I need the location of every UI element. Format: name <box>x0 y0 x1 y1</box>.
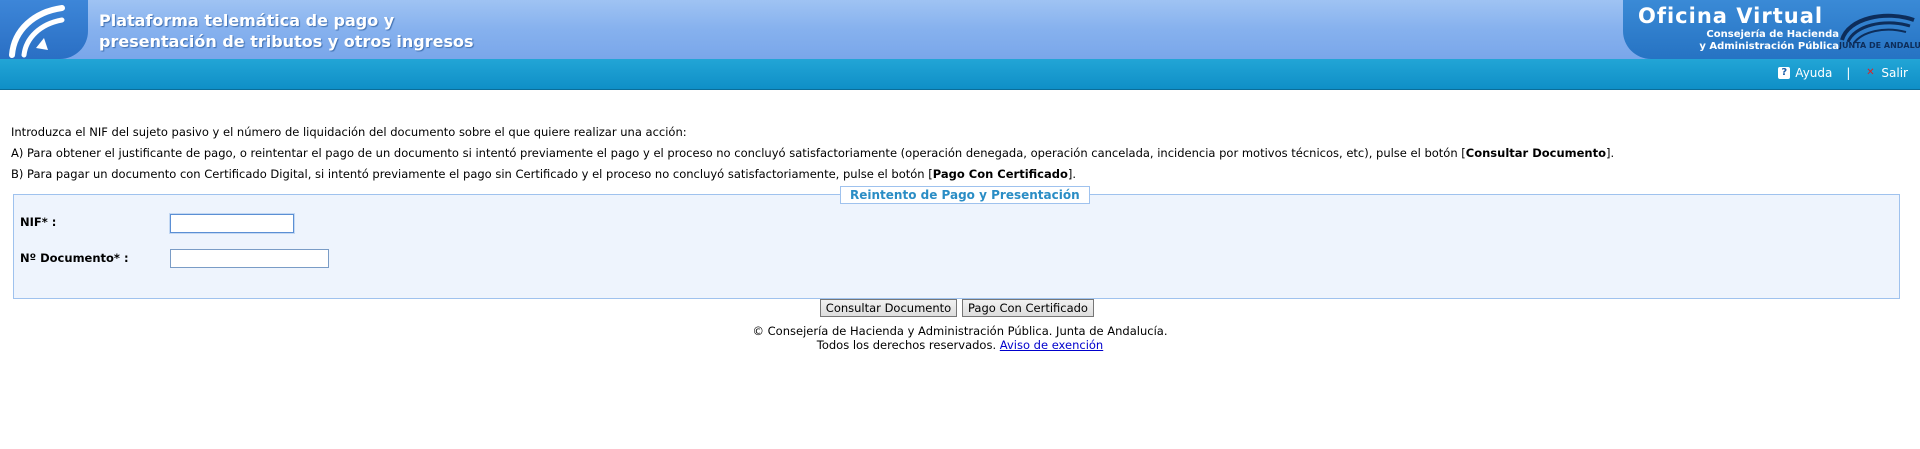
footer-rights: Todos los derechos reservados. <box>816 338 997 352</box>
site-title: Plataforma telemática de pago y presenta… <box>99 10 474 52</box>
instruction-line2-button-ref: Consultar Documento <box>1465 146 1607 160</box>
exit-icon: ✕ <box>1866 67 1875 78</box>
junta-andalucia-logo-icon <box>0 0 88 59</box>
consejeria-line1: Consejería de Hacienda <box>1706 29 1839 40</box>
instruction-line3: B) Para pagar un documento con Certifica… <box>11 164 1614 185</box>
consult-document-button[interactable]: Consultar Documento <box>820 299 957 317</box>
document-number-label: Nº Documento* : <box>20 251 129 265</box>
instruction-line3-button-ref: Pago Con Certificado <box>932 167 1068 181</box>
exit-link[interactable]: Salir <box>1881 66 1908 80</box>
instruction-line2: A) Para obtener el justificante de pago,… <box>11 143 1614 164</box>
help-icon: ? <box>1778 67 1791 79</box>
instruction-line2-end: ]. <box>1606 146 1615 160</box>
footer: © Consejería de Hacienda y Administració… <box>0 324 1920 352</box>
site-title-line2: presentación de tributos y otros ingreso… <box>99 32 474 51</box>
toolbar-links: ? Ayuda | ✕ Salir <box>1778 66 1908 80</box>
toolbar-separator: | <box>1846 66 1851 80</box>
header-banner: Plataforma telemática de pago y presenta… <box>0 0 1920 59</box>
pay-with-certificate-button[interactable]: Pago Con Certificado <box>962 299 1094 317</box>
fieldset-legend: Reintento de Pago y Presentación <box>840 186 1090 204</box>
help-link[interactable]: Ayuda <box>1795 66 1832 80</box>
instruction-line2-text: A) Para obtener el justificante de pago,… <box>11 146 1466 160</box>
junta-seal-text: JUNTA DE ANDALUCIA <box>1839 41 1920 50</box>
instruction-line3-end: ]. <box>1067 167 1077 181</box>
instruction-line1: Introduzca el NIF del sujeto pasivo y el… <box>11 125 687 139</box>
instructions: Introduzca el NIF del sujeto pasivo y el… <box>11 122 1614 185</box>
junta-seal-icon <box>1840 13 1915 44</box>
footer-rights-line: Todos los derechos reservados. Aviso de … <box>0 338 1920 352</box>
instruction-line3-text: B) Para pagar un documento con Certifica… <box>11 167 933 181</box>
nif-label: NIF* : <box>20 215 57 229</box>
document-number-input[interactable] <box>170 249 329 268</box>
consejeria-line2: y Administración Pública <box>1699 41 1839 52</box>
disclaimer-link[interactable]: Aviso de exención <box>1000 338 1103 352</box>
oficina-virtual-block: Oficina Virtual Consejería de Hacienda y… <box>1623 0 1920 59</box>
footer-copyright: © Consejería de Hacienda y Administració… <box>752 324 1168 338</box>
site-title-line1: Plataforma telemática de pago y <box>99 11 395 30</box>
oficina-virtual-title: Oficina Virtual <box>1638 4 1824 28</box>
retry-payment-fieldset <box>13 194 1900 299</box>
toolbar: ? Ayuda | ✕ Salir <box>0 59 1920 90</box>
consejeria-subtitle: Consejería de Hacienda y Administración … <box>1639 29 1839 53</box>
nif-input[interactable] <box>170 214 294 233</box>
